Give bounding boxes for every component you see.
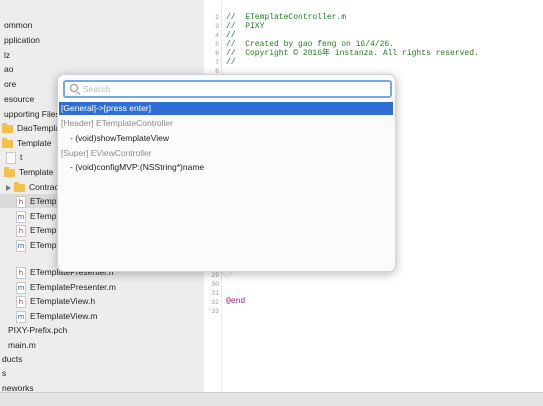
nav-item-products[interactable]: ducts <box>2 352 22 366</box>
line-number: 6 <box>215 50 219 57</box>
nav-item-label: ducts <box>2 354 23 364</box>
implementation-file-icon: m <box>16 239 26 252</box>
code-line: @end <box>226 297 246 306</box>
line-number: 31 <box>211 290 219 297</box>
nav-item-etemplatepresenter-m[interactable]: m ETemplatePresenter.m <box>16 280 116 294</box>
code-line: // Copyright © 2016年 instanza. All right… <box>226 49 479 58</box>
file-icon <box>6 151 16 164</box>
line-number: 29 <box>211 272 219 279</box>
status-bar <box>0 392 543 406</box>
nav-item-application[interactable]: pplication <box>4 33 40 47</box>
nav-item-t[interactable]: t <box>6 150 22 164</box>
header-file-icon: h <box>16 224 26 237</box>
nav-item-etemplateview-m[interactable]: m ETemplateView.m <box>16 309 97 323</box>
folder-icon <box>2 122 13 133</box>
header-file-icon: h <box>16 266 26 279</box>
header-file-icon: h <box>16 295 26 308</box>
nav-item-label: t <box>20 152 23 162</box>
nav-item-label: ao <box>4 64 14 74</box>
code-line: // <box>226 58 236 67</box>
search-field[interactable] <box>63 80 392 98</box>
nav-item-label: ETemplateView.h <box>30 296 96 306</box>
disclosure-triangle-icon[interactable] <box>6 184 11 191</box>
line-number: 3 <box>215 23 219 30</box>
implementation-file-icon: m <box>16 281 26 294</box>
nav-item-resource[interactable]: esource <box>4 92 34 106</box>
nav-item-prefix-pch[interactable]: PIXY-Prefix.pch <box>8 323 67 337</box>
line-number: 4 <box>215 32 219 39</box>
line-number: 2 <box>215 14 219 21</box>
implementation-file-icon: m <box>16 210 26 223</box>
folder-icon <box>14 181 25 192</box>
nav-item-label: ommon <box>4 20 33 30</box>
line-number: 7 <box>215 59 219 66</box>
nav-item-template-group[interactable]: Template <box>4 165 54 179</box>
nav-item-label: main.m <box>8 340 36 350</box>
nav-item-label: s <box>2 368 7 378</box>
header-file-icon: h <box>16 195 26 208</box>
nav-item-lz[interactable]: lz <box>4 48 10 62</box>
popover-group-super: [Super] EViewController <box>61 148 152 158</box>
nav-item-label: upporting Files <box>4 109 60 119</box>
search-input[interactable] <box>83 82 383 96</box>
nav-item-core[interactable]: ore <box>4 77 16 91</box>
nav-item-contract[interactable]: Contract <box>6 180 61 194</box>
line-number: 5 <box>215 41 219 48</box>
method-jump-popover: [General]->[press enter] [Header] ETempl… <box>57 74 396 272</box>
popover-row-method[interactable]: - (void)configMVP:(NSString*)name <box>59 161 393 174</box>
search-icon <box>70 84 78 92</box>
nav-item-label: ETemplatePresenter.m <box>30 282 116 292</box>
popover-row-method[interactable]: - (void)showTemplateView <box>59 132 393 145</box>
nav-item-template[interactable]: Template <box>2 136 52 150</box>
nav-item-label: esource <box>4 94 35 104</box>
nav-item-label: pplication <box>4 35 40 45</box>
nav-item-label: lz <box>4 50 11 60</box>
nav-item-label: ETemplateView.m <box>30 311 98 321</box>
nav-item-dao[interactable]: ao <box>4 62 13 76</box>
nav-item-etemplateview-h[interactable]: h ETemplateView.h <box>16 294 95 308</box>
nav-item-main-m[interactable]: main.m <box>8 338 36 352</box>
line-number: 33 <box>211 308 219 315</box>
line-number: 30 <box>211 281 219 288</box>
nav-item-label: Template <box>17 138 52 148</box>
nav-item-label: PIXY-Prefix.pch <box>8 325 68 335</box>
folder-icon <box>2 137 13 148</box>
line-number: 32 <box>211 299 219 306</box>
nav-item-s[interactable]: s <box>2 366 6 380</box>
nav-item-common[interactable]: ommon <box>4 18 32 32</box>
popover-row-general[interactable]: [General]->[press enter] <box>59 102 393 115</box>
nav-item-label: ore <box>4 79 17 89</box>
folder-icon <box>4 166 15 177</box>
implementation-file-icon: m <box>16 310 26 323</box>
popover-group-header: [Header] ETemplateController <box>61 118 173 128</box>
nav-item-label: Template <box>19 167 54 177</box>
nav-item-supporting-files[interactable]: upporting Files <box>4 107 60 121</box>
